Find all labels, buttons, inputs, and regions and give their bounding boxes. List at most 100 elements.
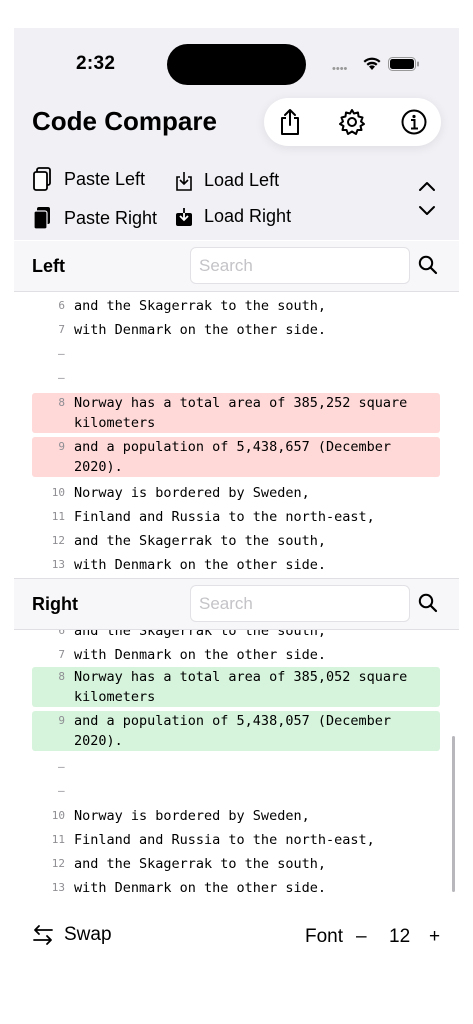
paste-right-label: Paste Right: [64, 207, 158, 228]
page-title: Code Compare: [32, 106, 217, 136]
line-number: 11: [51, 510, 65, 523]
line-number: 7: [58, 323, 65, 336]
share-button[interactable]: [275, 107, 305, 137]
line-number: 8: [58, 396, 65, 409]
swap-button[interactable]: Swap: [32, 924, 112, 946]
status-time: 2:32: [76, 53, 116, 74]
search-icon[interactable]: [418, 593, 438, 613]
line-number: –: [58, 347, 65, 360]
line-text: Norway is bordered by Sweden,: [74, 808, 310, 824]
scrollbar[interactable]: [452, 736, 455, 892]
code-line: 11 Finland and Russia to the north-east,: [32, 828, 440, 852]
line-number: –: [58, 760, 65, 773]
line-number: 10: [51, 809, 65, 822]
bottom-bar: Swap Font – 12 +: [14, 918, 459, 958]
code-line-removed: 8 Norway has a total area of 385,252 squ…: [32, 393, 440, 433]
line-number: 13: [51, 881, 65, 894]
status-indicators: ••••: [332, 55, 432, 75]
code-line: 12 and the Skagerrak to the south,: [32, 852, 440, 876]
line-text: Norway has a total area of 385,252 squar…: [74, 395, 416, 431]
font-size-value: 12: [389, 926, 411, 947]
code-line: 13 with Denmark on the other side.: [32, 553, 440, 577]
font-decrease-button[interactable]: –: [356, 926, 367, 948]
chevron-down-icon[interactable]: [418, 205, 436, 217]
line-text: with Denmark on the other side.: [74, 880, 326, 896]
line-number: 9: [58, 440, 65, 453]
load-left-label: Load Left: [204, 170, 280, 190]
search-icon[interactable]: [418, 255, 438, 275]
toolbar: [264, 98, 441, 146]
line-number: 6: [58, 299, 65, 312]
right-search-input[interactable]: [190, 585, 410, 622]
line-text: and a population of 5,438,057 (December …: [74, 713, 400, 749]
code-line: 6 and the Skagerrak to the south,: [32, 294, 440, 318]
battery-icon: [388, 57, 419, 71]
line-number: 7: [58, 648, 65, 661]
code-line-placeholder: –: [32, 779, 440, 803]
code-line-placeholder: –: [32, 366, 440, 390]
line-number: 9: [58, 714, 65, 727]
paste-left-button[interactable]: Paste Left: [32, 167, 145, 191]
swap-label: Swap: [64, 924, 112, 945]
line-text: and the Skagerrak to the south,: [74, 533, 326, 549]
line-text: and the Skagerrak to the south,: [74, 856, 326, 872]
left-search-input[interactable]: [190, 247, 410, 284]
code-line-placeholder: –: [32, 755, 440, 779]
paste-right-button[interactable]: Paste Right: [32, 206, 157, 230]
line-text: Norway is bordered by Sweden,: [74, 485, 310, 501]
info-icon: [401, 109, 427, 135]
wifi-icon: [363, 57, 381, 70]
signal-icon: ••••: [332, 63, 348, 75]
line-number: 10: [51, 486, 65, 499]
line-number: –: [58, 784, 65, 797]
code-line-placeholder: –: [32, 342, 440, 366]
code-line-added: 9 and a population of 5,438,057 (Decembe…: [32, 711, 440, 751]
dynamic-island: [167, 44, 306, 85]
line-number: 12: [51, 857, 65, 870]
left-code-pane[interactable]: 6 and the Skagerrak to the south, 7 with…: [14, 292, 459, 577]
paste-left-label: Paste Left: [64, 168, 146, 189]
share-icon: [281, 109, 299, 135]
chevron-up-icon[interactable]: [418, 180, 436, 192]
right-header: Right: [14, 579, 459, 629]
right-code-pane[interactable]: 6 and the Skagerrak to the south, 7 with…: [14, 630, 459, 900]
line-number: 6: [58, 630, 65, 637]
line-number: 13: [51, 558, 65, 571]
right-title: Right: [32, 594, 78, 614]
code-line: 10 Norway is bordered by Sweden,: [32, 481, 440, 505]
load-filled-icon: [176, 207, 192, 226]
code-line: 6 and the Skagerrak to the south,: [32, 630, 440, 643]
line-text: Norway has a total area of 385,052 squar…: [74, 669, 416, 705]
info-button[interactable]: [399, 107, 429, 137]
code-line: 11 Finland and Russia to the north-east,: [32, 505, 440, 529]
gear-icon: [339, 109, 365, 135]
line-number: 12: [51, 534, 65, 547]
settings-button[interactable]: [337, 107, 367, 137]
load-right-button[interactable]: Load Right: [174, 206, 291, 227]
line-text: with Denmark on the other side.: [74, 322, 326, 338]
line-text: and the Skagerrak to the south,: [74, 630, 326, 639]
load-left-button[interactable]: Load Left: [174, 170, 279, 191]
code-line: 7 with Denmark on the other side.: [32, 643, 440, 667]
load-right-label: Load Right: [204, 206, 292, 226]
font-increase-button[interactable]: +: [429, 926, 440, 948]
font-label: Font: [305, 926, 344, 947]
code-line-added: 8 Norway has a total area of 385,052 squ…: [32, 667, 440, 707]
line-text: and the Skagerrak to the south,: [74, 298, 326, 314]
line-number: 11: [51, 833, 65, 846]
line-number: 8: [58, 670, 65, 683]
code-line: 10 Norway is bordered by Sweden,: [32, 804, 440, 828]
left-title: Left: [32, 256, 65, 276]
load-icon: [176, 171, 192, 191]
swap-arrows-icon: [33, 925, 53, 945]
paste-icon: [33, 167, 51, 191]
code-line: 12 and the Skagerrak to the south,: [32, 529, 440, 553]
app-screen: 2:32 •••• Code Compare Paste Left Load L…: [14, 28, 459, 1024]
code-line-removed: 9 and a population of 5,438,657 (Decembe…: [32, 437, 440, 477]
code-line: 13 with Denmark on the other side.: [32, 876, 440, 900]
line-number: –: [58, 371, 65, 384]
code-line: 7 with Denmark on the other side.: [32, 318, 440, 342]
line-text: Finland and Russia to the north-east,: [74, 832, 375, 848]
left-header: Left: [14, 241, 459, 291]
line-text: and a population of 5,438,657 (December …: [74, 439, 400, 475]
